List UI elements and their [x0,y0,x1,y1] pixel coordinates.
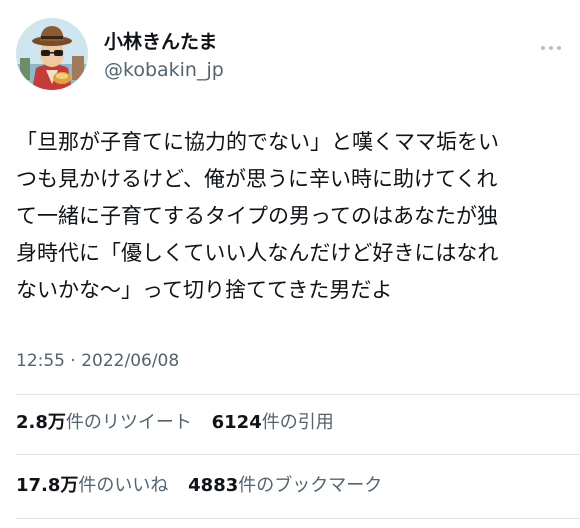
more-options-button[interactable] [534,30,568,58]
bookmarks-label: 件のブックマーク [238,475,383,496]
avatar[interactable] [16,18,88,90]
divider [16,394,580,395]
quotes-count: 6124 [211,412,262,433]
likes-stat[interactable]: 17.8万件のいいね [16,474,168,498]
tweet-text: 「旦那が子育てに協力的でない」と嘆くママ垢をい つも見かけるけど、俺が思うに辛い… [16,124,568,309]
bookmarks-count: 4883 [188,475,239,496]
likes-count: 17.8 [16,475,61,496]
stats-row-retweets: 2.8万件のリツイート 6124件の引用 [16,411,348,435]
divider [16,518,580,519]
quotes-stat[interactable]: 6124件の引用 [212,411,334,435]
retweets-unit: 万 [47,412,66,433]
likes-label: 件のいいね [78,475,169,496]
tweet-detail: 小林きんたま @kobakin_jp 「旦那が子育てに協力的でない」と嘆くママ垢… [0,0,580,528]
user-handle[interactable]: @kobakin_jp [104,58,224,82]
tweet-text-line: つも見かけるけど、俺が思うに辛い時に助けてくれ [16,167,498,191]
more-horizontal-icon [539,35,563,54]
tweet-text-line: て一緒に子育てするタイプの男ってのはあなたが独 [16,204,498,228]
divider [16,454,580,455]
tweet-text-line: ないかな〜」って切り捨ててきた男だよ [16,278,393,302]
tweet-text-line: 「旦那が子育てに協力的でない」と嘆くママ垢をい [16,130,499,154]
avatar-illustration-icon [16,18,88,90]
stats-row-likes: 17.8万件のいいね 4883件のブックマーク [16,474,396,498]
retweets-label: 件のリツイート [65,412,192,433]
tweet-timestamp[interactable]: 12:55 · 2022/06/08 [16,350,179,372]
display-name[interactable]: 小林きんたま [104,30,217,54]
quotes-label: 件の引用 [261,412,334,433]
bookmarks-stat[interactable]: 4883件のブックマーク [188,474,382,498]
retweets-stat[interactable]: 2.8万件のリツイート [16,411,192,435]
likes-unit: 万 [60,475,79,496]
tweet-text-line: 身時代に「優しくていい人なんだけど好きにはなれ [16,241,499,265]
retweets-count: 2.8 [16,412,48,433]
